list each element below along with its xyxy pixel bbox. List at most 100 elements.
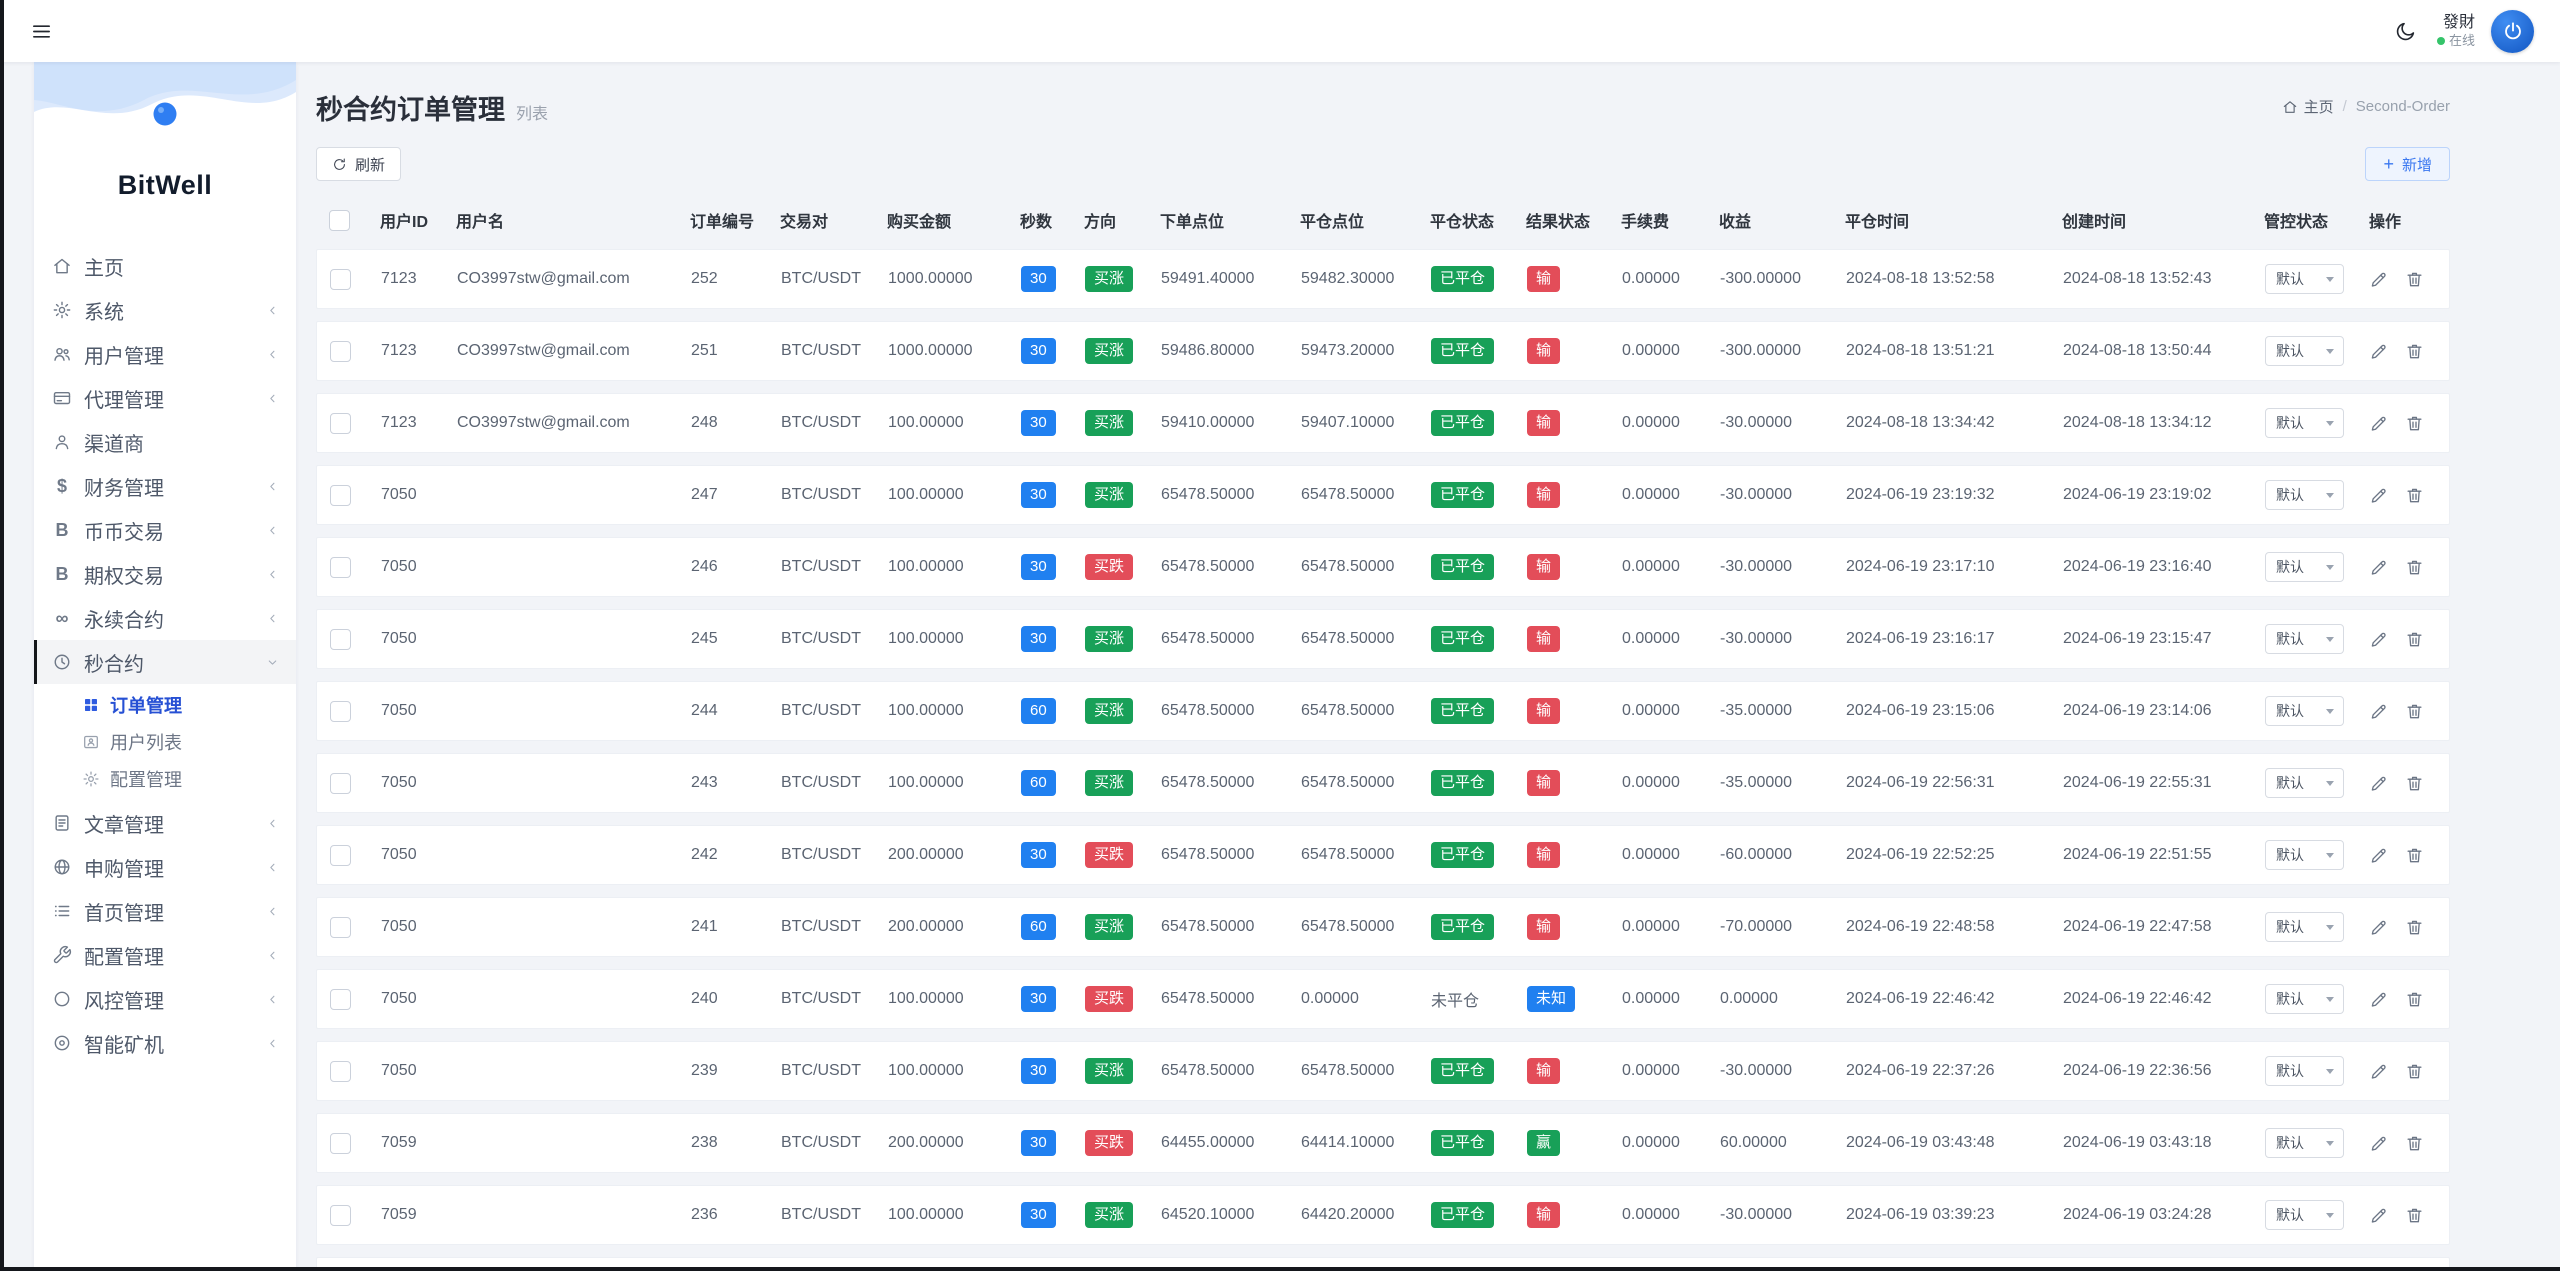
row-checkbox[interactable] bbox=[330, 845, 351, 866]
control-status-select[interactable]: 默认 bbox=[2265, 264, 2344, 294]
refresh-button[interactable]: 刷新 bbox=[316, 147, 401, 181]
pencil-icon bbox=[2370, 774, 2389, 793]
sidebar-item[interactable]: 代理管理 bbox=[34, 376, 296, 420]
theme-toggle-button[interactable] bbox=[2390, 16, 2421, 47]
sidebar-subitem[interactable]: 订单管理 bbox=[34, 686, 296, 723]
sidebar-item[interactable]: 用户管理 bbox=[34, 332, 296, 376]
edit-button[interactable] bbox=[2370, 342, 2389, 361]
sidebar-item[interactable]: B币币交易 bbox=[34, 508, 296, 552]
delete-button[interactable] bbox=[2405, 1062, 2424, 1081]
edit-button[interactable] bbox=[2370, 270, 2389, 289]
control-status-select[interactable]: 默认 bbox=[2265, 552, 2344, 582]
sidebar-item[interactable]: 申购管理 bbox=[34, 845, 296, 889]
trash-icon bbox=[2405, 990, 2424, 1009]
cell-open-price: 65478.50000 bbox=[1161, 558, 1301, 576]
table-row: 7050242BTC/USDT200.0000030买跌65478.500006… bbox=[316, 825, 2450, 885]
cell-profit: -60.00000 bbox=[1720, 846, 1846, 864]
delete-button[interactable] bbox=[2405, 270, 2424, 289]
sidebar-item[interactable]: 秒合约 bbox=[34, 640, 296, 684]
select-all-checkbox[interactable] bbox=[329, 210, 350, 231]
row-checkbox[interactable] bbox=[330, 629, 351, 650]
delete-button[interactable] bbox=[2405, 918, 2424, 937]
sidebar-item[interactable]: 系统 bbox=[34, 288, 296, 332]
row-checkbox[interactable] bbox=[330, 1061, 351, 1082]
cell-profit: -30.00000 bbox=[1720, 414, 1846, 432]
control-status-select[interactable]: 默认 bbox=[2265, 984, 2344, 1014]
sidebar-item[interactable]: 文章管理 bbox=[34, 801, 296, 845]
edit-button[interactable] bbox=[2370, 1206, 2389, 1225]
control-status-select[interactable]: 默认 bbox=[2265, 840, 2344, 870]
cell-close-time: 2024-06-19 23:15:06 bbox=[1846, 702, 2063, 720]
row-checkbox[interactable] bbox=[330, 773, 351, 794]
delete-button[interactable] bbox=[2405, 630, 2424, 649]
row-checkbox[interactable] bbox=[330, 269, 351, 290]
control-status-select[interactable]: 默认 bbox=[2265, 480, 2344, 510]
delete-button[interactable] bbox=[2405, 702, 2424, 721]
add-button[interactable]: + 新增 bbox=[2365, 147, 2450, 181]
sidebar-item[interactable]: ∞永续合约 bbox=[34, 596, 296, 640]
control-status-select[interactable]: 默认 bbox=[2265, 336, 2344, 366]
edit-button[interactable] bbox=[2370, 702, 2389, 721]
row-checkbox[interactable] bbox=[330, 701, 351, 722]
edit-button[interactable] bbox=[2370, 414, 2389, 433]
row-checkbox[interactable] bbox=[330, 989, 351, 1010]
control-status-select[interactable]: 默认 bbox=[2265, 912, 2344, 942]
control-status-select[interactable]: 默认 bbox=[2265, 768, 2344, 798]
cell-fee: 0.00000 bbox=[1622, 1134, 1720, 1152]
sidebar-item[interactable]: 渠道商 bbox=[34, 420, 296, 464]
sidebar-item[interactable]: 主页 bbox=[34, 244, 296, 288]
row-checkbox[interactable] bbox=[330, 557, 351, 578]
sidebar-item[interactable]: 智能矿机 bbox=[34, 1021, 296, 1065]
sidebar-toggle-button[interactable] bbox=[26, 16, 57, 47]
edit-button[interactable] bbox=[2370, 1134, 2389, 1153]
direction-badge: 买涨 bbox=[1085, 698, 1133, 724]
avatar[interactable] bbox=[2491, 10, 2534, 53]
control-status-select[interactable]: 默认 bbox=[2265, 696, 2344, 726]
sidebar-subitem[interactable]: 配置管理 bbox=[34, 760, 296, 797]
row-checkbox[interactable] bbox=[330, 917, 351, 938]
sidebar-item[interactable]: 风控管理 bbox=[34, 977, 296, 1021]
delete-button[interactable] bbox=[2405, 1134, 2424, 1153]
control-status-select[interactable]: 默认 bbox=[2265, 1200, 2344, 1230]
direction-badge: 买涨 bbox=[1085, 770, 1133, 796]
sidebar-item[interactable]: 配置管理 bbox=[34, 933, 296, 977]
control-status-select[interactable]: 默认 bbox=[2265, 408, 2344, 438]
control-status-select[interactable]: 默认 bbox=[2265, 1056, 2344, 1086]
edit-button[interactable] bbox=[2370, 990, 2389, 1009]
sidebar-item[interactable]: B期权交易 bbox=[34, 552, 296, 596]
sidebar-subitem[interactable]: 用户列表 bbox=[34, 723, 296, 760]
row-checkbox[interactable] bbox=[330, 341, 351, 362]
delete-button[interactable] bbox=[2405, 414, 2424, 433]
control-status-select[interactable]: 默认 bbox=[2265, 624, 2344, 654]
user-block[interactable]: 發財 在线 bbox=[2437, 13, 2475, 49]
row-checkbox[interactable] bbox=[330, 485, 351, 506]
edit-button[interactable] bbox=[2370, 486, 2389, 505]
control-status-select[interactable]: 默认 bbox=[2265, 1128, 2344, 1158]
sidebar-item-label: 文章管理 bbox=[84, 809, 253, 838]
cell-create-time: 2024-06-19 03:24:28 bbox=[2063, 1206, 2265, 1224]
delete-button[interactable] bbox=[2405, 846, 2424, 865]
seconds-badge: 30 bbox=[1021, 338, 1056, 364]
edit-button[interactable] bbox=[2370, 558, 2389, 577]
row-checkbox[interactable] bbox=[330, 1133, 351, 1154]
cell-close-time: 2024-06-19 22:48:58 bbox=[1846, 918, 2063, 936]
delete-button[interactable] bbox=[2405, 774, 2424, 793]
edit-button[interactable] bbox=[2370, 630, 2389, 649]
delete-button[interactable] bbox=[2405, 990, 2424, 1009]
edit-button[interactable] bbox=[2370, 1062, 2389, 1081]
edit-button[interactable] bbox=[2370, 774, 2389, 793]
breadcrumb-home[interactable]: 主页 bbox=[2282, 96, 2334, 117]
edit-button[interactable] bbox=[2370, 846, 2389, 865]
row-checkbox[interactable] bbox=[330, 1205, 351, 1226]
delete-button[interactable] bbox=[2405, 486, 2424, 505]
sidebar-item[interactable]: $财务管理 bbox=[34, 464, 296, 508]
cell-create-time: 2024-06-19 22:47:58 bbox=[2063, 918, 2265, 936]
row-checkbox[interactable] bbox=[330, 413, 351, 434]
chevleft-icon bbox=[265, 948, 280, 963]
table-row: 7050245BTC/USDT100.0000030买涨65478.500006… bbox=[316, 609, 2450, 669]
edit-button[interactable] bbox=[2370, 918, 2389, 937]
sidebar-item[interactable]: 首页管理 bbox=[34, 889, 296, 933]
delete-button[interactable] bbox=[2405, 558, 2424, 577]
delete-button[interactable] bbox=[2405, 1206, 2424, 1225]
delete-button[interactable] bbox=[2405, 342, 2424, 361]
